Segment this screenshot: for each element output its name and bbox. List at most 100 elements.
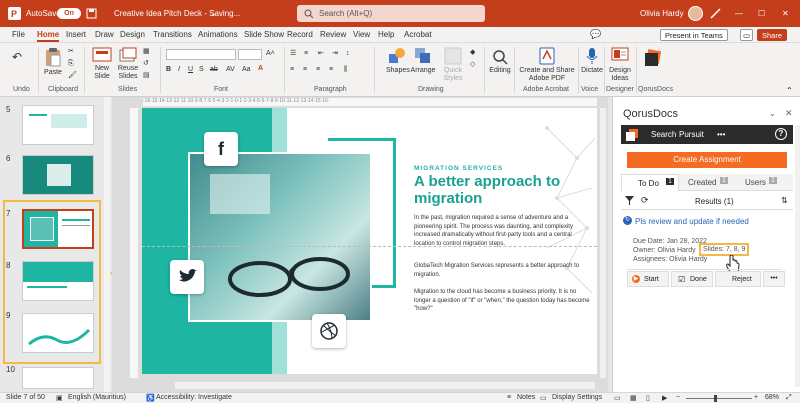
present-in-teams-button[interactable]: Present in Teams <box>660 29 728 41</box>
shape-outline-icon[interactable]: ◇ <box>470 61 475 69</box>
slideshow-icon[interactable]: ▶ <box>662 394 667 402</box>
line-spacing-icon[interactable]: ↕ <box>346 50 350 58</box>
chevron-down-icon[interactable]: ⌄ <box>769 109 776 118</box>
tab-record[interactable]: Record <box>287 30 313 39</box>
nav-pursuit[interactable]: Pursuit <box>679 130 704 139</box>
tab-to-do[interactable]: To Do 1 <box>621 174 679 191</box>
format-painter-icon[interactable]: 🖌 <box>68 72 77 80</box>
italic-icon[interactable]: I <box>178 66 180 74</box>
save-icon[interactable] <box>86 8 97 19</box>
avatar[interactable] <box>688 6 703 21</box>
pane-scrollbar[interactable] <box>795 125 800 387</box>
slide-heading[interactable]: A better approach to migration <box>414 173 584 207</box>
search-input[interactable]: Search (Alt+Q) <box>297 5 485 22</box>
columns-icon[interactable]: ⫼ <box>344 66 347 74</box>
align-right-icon[interactable]: ≡ <box>316 66 320 74</box>
tab-animations[interactable]: Animations <box>198 30 238 39</box>
qorusdocs-button[interactable] <box>642 49 664 69</box>
slide-canvas[interactable]: f MIGRATION SERVICES A better approach t… <box>142 108 597 374</box>
zoom-out-icon[interactable]: − <box>676 394 680 401</box>
normal-view-icon[interactable]: ▭ <box>614 394 621 402</box>
create-assignment-button[interactable]: Create Assignment <box>627 152 787 168</box>
editing-button[interactable]: Editing <box>488 49 512 75</box>
justify-icon[interactable]: ≡ <box>329 66 333 74</box>
paragraph-2[interactable]: GlobaTech Migration Services represents … <box>414 262 590 279</box>
accessibility-status[interactable]: Accessibility: Investigate <box>156 394 232 401</box>
comment-icon[interactable]: 💬 <box>590 29 601 40</box>
section-icon[interactable]: ▤ <box>143 72 150 80</box>
new-slide-button[interactable]: New Slide <box>90 47 114 81</box>
document-title[interactable]: Creative Idea Pitch Deck - Saving... <box>114 0 240 27</box>
tab-home[interactable]: Home <box>37 30 60 42</box>
reuse-slides-button[interactable]: Reuse Slides <box>117 47 139 81</box>
reading-view-icon[interactable]: ▯ <box>646 394 650 402</box>
undo-icon[interactable]: ↶ <box>12 51 22 63</box>
change-case-icon[interactable]: Aa <box>242 66 251 74</box>
create-share-pdf-button[interactable]: Create and Share Adobe PDF <box>518 47 576 83</box>
slide-sorter-icon[interactable]: ▦ <box>630 394 637 402</box>
copy-icon[interactable]: ⎘ <box>68 60 74 68</box>
arrange-button[interactable]: Arrange <box>410 47 436 75</box>
font-name-select[interactable] <box>166 49 236 60</box>
shape-fill-icon[interactable]: ◆ <box>470 49 475 57</box>
slide-thumbnail-5[interactable] <box>22 105 94 145</box>
paragraph-1[interactable]: In the past, migration required a sense … <box>414 214 590 248</box>
dictate-button[interactable]: Dictate <box>580 47 604 75</box>
slide-thumbnail-9[interactable] <box>22 313 94 353</box>
font-color-icon[interactable]: A <box>258 65 263 73</box>
comments-button[interactable]: ▭ <box>740 29 754 41</box>
grow-font-icon[interactable]: A˄ <box>266 50 275 58</box>
close-icon[interactable]: ✕ <box>782 0 789 27</box>
decrease-indent-icon[interactable]: ⇤ <box>318 50 324 58</box>
start-button[interactable]: ▶ Start <box>627 271 669 287</box>
more-actions-button[interactable]: ••• <box>763 271 785 287</box>
thumbnail-scrollbar[interactable] <box>104 97 110 392</box>
tab-insert[interactable]: Insert <box>66 30 86 39</box>
slide-vertical-scrollbar[interactable] <box>600 108 606 378</box>
language-indicator[interactable]: English (Mauritius) <box>68 394 126 401</box>
shadow-icon[interactable]: S <box>199 66 204 74</box>
spell-check-icon[interactable]: ▣ <box>56 394 63 402</box>
tab-review[interactable]: Review <box>320 30 346 39</box>
char-spacing-icon[interactable]: AV <box>226 66 235 74</box>
slide-thumbnail-7[interactable] <box>22 209 94 249</box>
zoom-slider-handle[interactable] <box>714 395 717 402</box>
align-center-icon[interactable]: ≡ <box>303 66 307 74</box>
zoom-slider[interactable] <box>686 398 752 399</box>
paragraph-3[interactable]: Migration to the cloud has become a busi… <box>414 288 590 314</box>
tab-design[interactable]: Design <box>120 30 145 39</box>
paste-button[interactable]: Paste <box>42 47 64 77</box>
design-ideas-button[interactable]: Design Ideas <box>606 47 634 83</box>
notes-icon[interactable]: ≡ <box>507 394 511 401</box>
increase-indent-icon[interactable]: ⇥ <box>332 50 338 58</box>
slide-thumbnail-10[interactable] <box>22 367 94 389</box>
layout-icon[interactable]: ▦ <box>143 48 150 56</box>
tab-users[interactable]: Users 1 <box>737 174 793 191</box>
assignment-title-link[interactable]: Pls review and update if needed <box>635 217 749 226</box>
user-name[interactable]: Olivia Hardy <box>640 0 684 27</box>
ribbon-collapse-icon[interactable]: ⌃ <box>786 86 793 95</box>
align-left-icon[interactable]: ≡ <box>290 66 294 74</box>
filter-icon[interactable] <box>625 196 634 205</box>
slide-thumbnail-6[interactable] <box>22 155 94 195</box>
quick-styles-button[interactable]: Quick Styles <box>440 47 466 83</box>
underline-icon[interactable]: U <box>188 66 193 74</box>
minimize-icon[interactable]: — <box>735 0 743 27</box>
close-pane-icon[interactable]: ✕ <box>785 108 793 119</box>
maximize-icon[interactable]: ☐ <box>758 0 765 27</box>
tab-draw[interactable]: Draw <box>95 30 114 39</box>
font-size-select[interactable] <box>238 49 262 60</box>
tab-view[interactable]: View <box>353 30 370 39</box>
slide-horizontal-scrollbar[interactable] <box>175 382 595 389</box>
fit-slide-icon[interactable]: ⤢ <box>786 394 792 402</box>
reset-icon[interactable]: ↺ <box>143 60 149 68</box>
shapes-button[interactable]: Shapes <box>386 47 410 75</box>
display-settings-button[interactable]: Display Settings <box>552 394 602 401</box>
bullets-icon[interactable]: ☰ <box>290 50 296 58</box>
tab-created[interactable]: Created 1 <box>679 174 737 191</box>
tab-file[interactable]: File <box>12 30 25 39</box>
nav-more[interactable]: ••• <box>717 130 725 139</box>
bold-icon[interactable]: B <box>166 66 171 74</box>
autosave-toggle[interactable]: On <box>57 8 81 19</box>
slide-thumbnail-8[interactable] <box>22 261 94 301</box>
